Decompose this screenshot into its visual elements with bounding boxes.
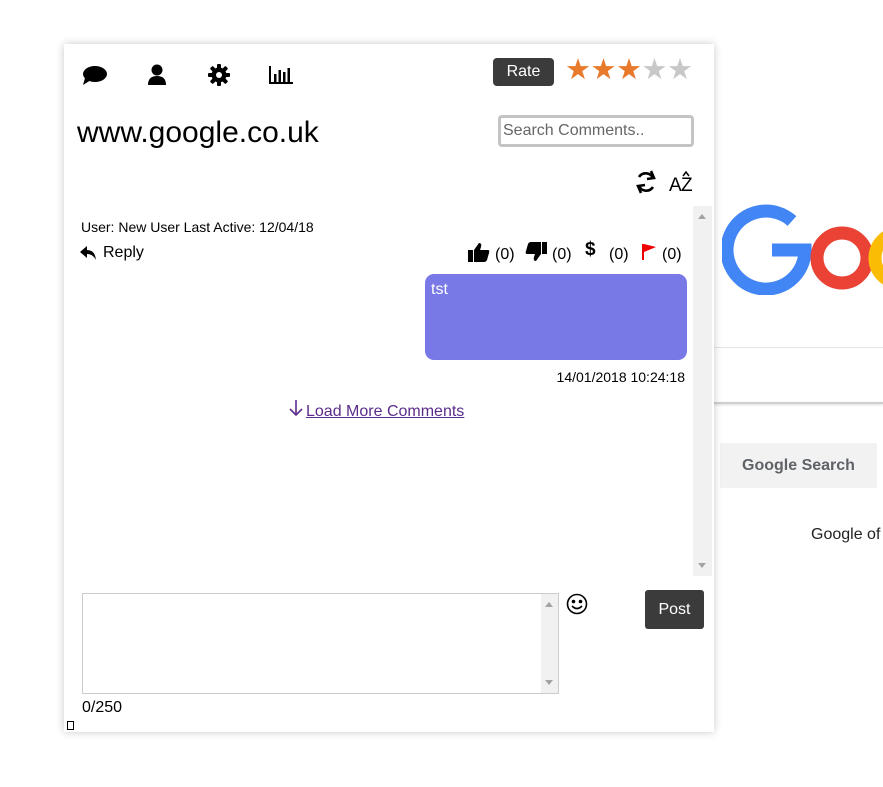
dollar-icon: $ (585, 239, 596, 260)
comments-icon[interactable] (82, 64, 108, 86)
comments-list[interactable]: User: New User Last Active: 12/04/18 Rep… (64, 206, 714, 576)
thumbs-down-icon (525, 242, 547, 261)
resize-handle-icon[interactable] (67, 721, 74, 730)
background-divider (714, 347, 883, 348)
scroll-up-arrow-icon[interactable] (698, 214, 706, 219)
load-more-link[interactable]: Load More Comments (306, 403, 464, 421)
refresh-icon[interactable] (634, 169, 658, 195)
textarea-scroll-down-icon[interactable] (545, 680, 553, 685)
star-icon[interactable]: ★ (667, 54, 693, 86)
comment-textarea[interactable] (83, 594, 540, 693)
background-search-box-edge (714, 402, 883, 404)
reply-icon (80, 246, 96, 260)
like-count: (0) (495, 246, 515, 263)
comments-scrollbar[interactable] (693, 206, 712, 576)
dislike-button[interactable]: (0) (525, 240, 572, 264)
post-button[interactable]: Post (645, 590, 704, 629)
reply-button[interactable]: Reply (80, 244, 144, 262)
google-offered-in-text: Google of (811, 526, 881, 543)
page-title: www.google.co.uk (77, 116, 319, 149)
comment-bubble: tst (425, 274, 687, 360)
textarea-scroll-up-icon[interactable] (545, 602, 553, 607)
flag-count: (0) (662, 246, 682, 263)
flag-button[interactable]: (0) (641, 240, 682, 264)
comments-widget-panel: Rate ★★★★★ www.google.co.uk A Z User: Ne… (64, 44, 714, 732)
flag-icon (642, 244, 656, 260)
comment-composer (82, 593, 559, 694)
comment-text: tst (431, 281, 448, 298)
scroll-down-arrow-icon[interactable] (698, 563, 706, 568)
character-counter: 0/250 (82, 699, 123, 716)
gear-icon[interactable] (206, 64, 232, 86)
user-icon[interactable] (144, 64, 170, 86)
thumbs-up-icon (468, 243, 490, 262)
donate-count: (0) (609, 246, 629, 263)
svg-text:Z: Z (681, 175, 693, 195)
bar-chart-icon[interactable] (268, 64, 294, 86)
star-icon[interactable]: ★ (642, 54, 668, 86)
star-icon[interactable]: ★ (616, 54, 642, 86)
comment-timestamp: 14/01/2018 10:24:18 (556, 369, 685, 385)
dislike-count: (0) (552, 246, 572, 263)
search-comments-input[interactable] (498, 115, 694, 147)
sort-az-icon[interactable]: A Z (669, 169, 697, 196)
like-button[interactable]: (0) (468, 240, 515, 264)
comment-user-info: User: New User Last Active: 12/04/18 (81, 219, 314, 235)
smiley-emoji-icon[interactable] (566, 593, 588, 615)
rate-button[interactable]: Rate (493, 58, 554, 86)
google-logo (722, 195, 883, 295)
load-more-comments[interactable]: Load More Comments (289, 399, 464, 421)
donate-button[interactable]: $ (0) (585, 239, 629, 264)
star-rating[interactable]: ★ ★ ★ ★ ★ (565, 54, 693, 86)
google-search-button[interactable]: Google Search (720, 443, 877, 488)
textarea-scrollbar[interactable] (541, 594, 558, 693)
star-icon[interactable]: ★ (591, 54, 617, 86)
arrow-down-icon (289, 400, 303, 417)
star-icon[interactable]: ★ (565, 54, 591, 86)
reply-label: Reply (103, 244, 144, 261)
